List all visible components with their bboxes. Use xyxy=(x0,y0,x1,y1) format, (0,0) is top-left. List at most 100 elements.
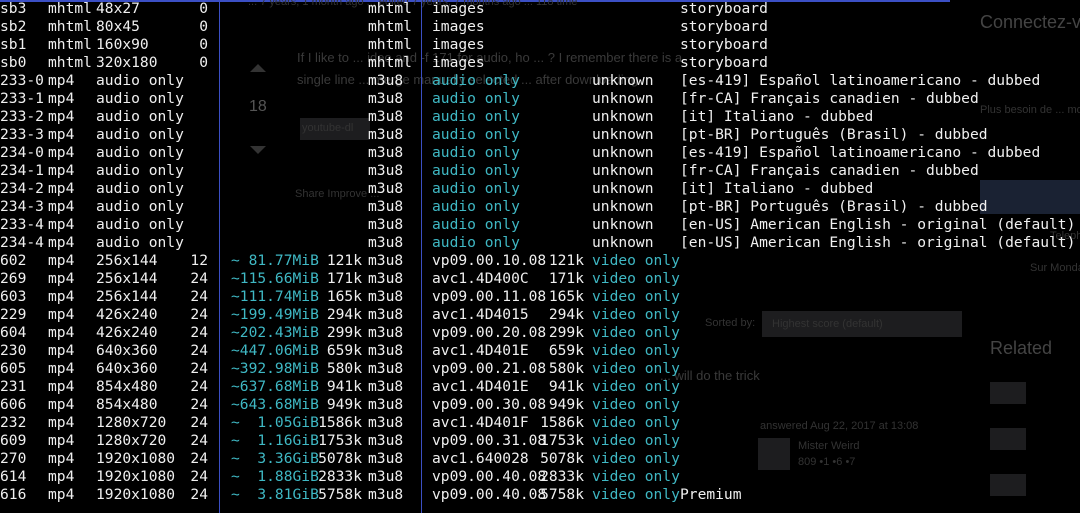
cell-res: 256x144 xyxy=(96,252,158,269)
cell-ext: mhtml xyxy=(48,36,92,53)
cell-proto: m3u8 xyxy=(368,270,404,287)
cell-tbr: 299k xyxy=(326,324,362,341)
cell-info: [it] Italiano - dubbed xyxy=(680,180,874,197)
cell-info: [en-US] American English - original (def… xyxy=(680,216,1076,233)
cell-id: 234-1 xyxy=(0,162,44,179)
cell-res: audio only xyxy=(96,72,184,89)
cell-res: 1280x720 xyxy=(96,432,167,449)
cell-vcodec: vp09.00.11.08 xyxy=(432,288,547,305)
cell-tbr: 659k xyxy=(326,342,362,359)
cell-proto: m3u8 xyxy=(368,486,404,503)
format-row: 234-1 mp4 audio only m3u8 audio only unknown [… xyxy=(0,162,1080,180)
cell-id: 606 xyxy=(0,396,27,413)
cell-size: ~643.68MiB xyxy=(231,396,319,413)
cell-acodec: video only xyxy=(592,486,680,503)
cell-fps: 24 xyxy=(190,342,208,359)
cell-ext: mp4 xyxy=(48,486,75,503)
cell-fps: 24 xyxy=(190,306,208,323)
cell-proto: m3u8 xyxy=(368,396,404,413)
cell-tbr: 5078k xyxy=(318,450,362,467)
cell-vbr: 659k xyxy=(548,342,584,359)
format-row: 604 mp4 426x240 24 ~202.43MiB 299k m3u8 vp09.00… xyxy=(0,324,1080,342)
cell-vcodec: audio only xyxy=(432,72,520,89)
cell-tbr: 165k xyxy=(326,288,362,305)
cell-vbr: 580k xyxy=(548,360,584,377)
cell-id: 604 xyxy=(0,324,27,341)
cell-ext: mp4 xyxy=(48,432,75,449)
cell-id: sb0 xyxy=(0,54,27,71)
cell-vcodec: audio only xyxy=(432,198,520,215)
cell-size: ~ 1.05GiB xyxy=(231,414,319,431)
cell-ext: mhtml xyxy=(48,54,92,71)
cell-id: 233-3 xyxy=(0,126,44,143)
cell-acodec: video only xyxy=(592,360,680,377)
format-row: sb1 mhtml 160x90 0 mhtml images storyboard xyxy=(0,36,1080,54)
cell-ext: mp4 xyxy=(48,72,75,89)
format-row: 234-0 mp4 audio only m3u8 audio only unknown [… xyxy=(0,144,1080,162)
format-row: 233-3 mp4 audio only m3u8 audio only unknown [… xyxy=(0,126,1080,144)
cell-res: audio only xyxy=(96,90,184,107)
cell-size: ~ 3.36GiB xyxy=(231,450,319,467)
cell-ext: mp4 xyxy=(48,396,75,413)
cell-proto: m3u8 xyxy=(368,180,404,197)
cell-size: ~392.98MiB xyxy=(231,360,319,377)
cell-size: ~447.06MiB xyxy=(231,342,319,359)
cell-tbr: 2833k xyxy=(318,468,362,485)
cell-res: 426x240 xyxy=(96,324,158,341)
cell-fps: 24 xyxy=(190,396,208,413)
cell-vbr: 121k xyxy=(548,252,584,269)
cell-acodec: video only xyxy=(592,414,680,431)
format-row: 270 mp4 1920x1080 24 ~ 3.36GiB 5078k m3u8 avc1.… xyxy=(0,450,1080,468)
cell-vbr: 294k xyxy=(548,306,584,323)
cell-vcodec: vp09.00.30.08 xyxy=(432,396,547,413)
cell-vbr: 2833k xyxy=(540,468,584,485)
cell-vbr: 949k xyxy=(548,396,584,413)
cell-size: ~ 1.16GiB xyxy=(231,432,319,449)
format-row: 602 mp4 256x144 12 ~ 81.77MiB 121k m3u8 vp09.00… xyxy=(0,252,1080,270)
cell-info: [fr-CA] Français canadien - dubbed xyxy=(680,162,979,179)
cell-id: 233-0 xyxy=(0,72,44,89)
format-row: 233-0 mp4 audio only m3u8 audio only unknown [… xyxy=(0,72,1080,90)
cell-info: storyboard xyxy=(680,0,768,17)
cell-ext: mhtml xyxy=(48,0,92,17)
cell-ext: mp4 xyxy=(48,288,75,305)
format-row: 616 mp4 1920x1080 24 ~ 3.81GiB 5758k m3u8 vp09.… xyxy=(0,486,1080,504)
cell-acodec: video only xyxy=(592,468,680,485)
cell-vcodec: audio only xyxy=(432,180,520,197)
cell-res: audio only xyxy=(96,180,184,197)
cell-ext: mp4 xyxy=(48,360,75,377)
cell-info: storyboard xyxy=(680,54,768,71)
cell-proto: m3u8 xyxy=(368,126,404,143)
cell-tbr: 949k xyxy=(326,396,362,413)
format-row: 230 mp4 640x360 24 ~447.06MiB 659k m3u8 avc1.4D… xyxy=(0,342,1080,360)
cell-vcodec: vp09.00.31.08 xyxy=(432,432,547,449)
cell-info: [pt-BR] Português (Brasil) - dubbed xyxy=(680,198,988,215)
cell-size: ~ 1.88GiB xyxy=(231,468,319,485)
cell-proto: m3u8 xyxy=(368,378,404,395)
cell-res: 80x45 xyxy=(96,18,140,35)
cell-ext: mp4 xyxy=(48,450,75,467)
cell-proto: m3u8 xyxy=(368,468,404,485)
cell-info: [pt-BR] Português (Brasil) - dubbed xyxy=(680,126,988,143)
cell-vcodec: audio only xyxy=(432,108,520,125)
cell-vcodec: audio only xyxy=(432,90,520,107)
cell-tbr: 171k xyxy=(326,270,362,287)
cell-proto: m3u8 xyxy=(368,342,404,359)
cell-res: 426x240 xyxy=(96,306,158,323)
cell-res: 48x27 xyxy=(96,0,140,17)
cell-size: ~199.49MiB xyxy=(231,306,319,323)
cell-vcodec: vp09.00.40.08 xyxy=(432,486,547,503)
cell-id: 229 xyxy=(0,306,27,323)
cell-acodec: video only xyxy=(592,396,680,413)
cell-acodec: unknown xyxy=(592,72,654,89)
cell-res: 256x144 xyxy=(96,288,158,305)
cell-acodec: video only xyxy=(592,450,680,467)
cell-id: 234-4 xyxy=(0,234,44,251)
cell-id: sb3 xyxy=(0,0,27,17)
cell-proto: mhtml xyxy=(368,18,412,35)
cell-ext: mp4 xyxy=(48,108,75,125)
cell-id: 233-2 xyxy=(0,108,44,125)
cell-ext: mp4 xyxy=(48,252,75,269)
cell-acodec: unknown xyxy=(592,180,654,197)
cell-info: [it] Italiano - dubbed xyxy=(680,108,874,125)
